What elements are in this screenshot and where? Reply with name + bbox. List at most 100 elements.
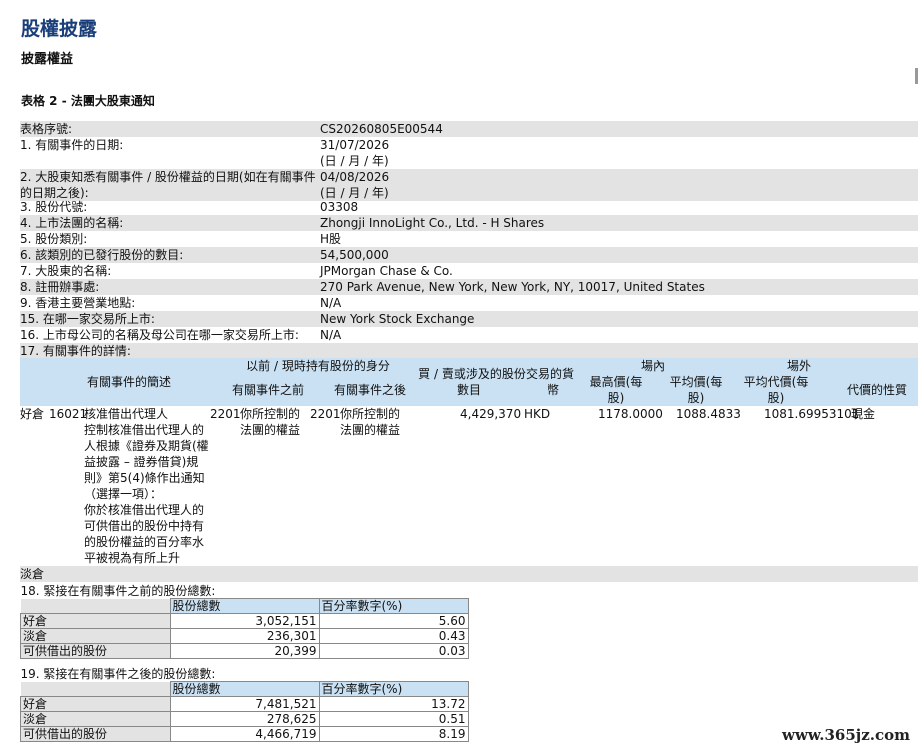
row-avg-price: 1088.4833 <box>676 407 741 421</box>
row-after-code: 2201 <box>310 407 341 421</box>
field-corp-name: 4. 上市法團的名稱: Zhongji InnoLight Co., Ltd. … <box>20 215 918 231</box>
row-currency: HKD <box>524 407 551 421</box>
field-label: 1. 有關事件的日期: <box>20 138 124 152</box>
header-before: 有關事件之前 <box>231 383 304 397</box>
field-value: 04/08/2026 <box>320 170 390 184</box>
header-shares: 買 / 賣或涉及的股份 <box>418 367 526 381</box>
watermark: www.365jz.com <box>782 726 910 744</box>
field-form-serial: 表格序號: CS20260805E00544 <box>20 121 918 137</box>
field-label: 3. 股份代號: <box>20 200 88 214</box>
table-row: 可供借出的股份 4,466,719 8.19 <box>20 726 469 742</box>
row-high-price: 1178.0000 <box>598 407 663 421</box>
field-stock-code: 3. 股份代號: 03308 <box>20 199 918 215</box>
page-title: 股權披露 <box>21 18 98 40</box>
field-value: 270 Park Avenue, New York, New York, NY,… <box>320 280 705 294</box>
header-off-avg: 平均代價(每 <box>743 375 809 389</box>
desc-line: 人根據《證券及期貨(權 <box>84 439 209 453</box>
row-pct: 0.43 <box>318 628 469 644</box>
field-value: New York Stock Exchange <box>320 312 475 326</box>
row-shares: 3,052,151 <box>169 613 320 629</box>
row-label: 好倉 <box>20 696 171 712</box>
page-subtitle: 披露權益 <box>21 52 74 67</box>
row-label: 可供借出的股份 <box>20 726 171 742</box>
field-registered-office: 8. 註冊辦事處: 270 Park Avenue, New York, New… <box>20 279 918 295</box>
field-label: 8. 註冊辦事處: <box>20 280 100 294</box>
field-label: 5. 股份類別: <box>20 232 88 246</box>
row-before-capacity: 你所控制的 <box>240 407 301 421</box>
row-description: 核准借出代理人 控制核准借出代理人的 人根據《證券及期貨(權 益披露 – 證券借… <box>84 406 214 566</box>
field-label: 9. 香港主要營業地點: <box>20 296 136 310</box>
header-currency-cont: 幣 <box>546 383 559 397</box>
field-event-date: 1. 有關事件的日期: 31/07/2026 (日 / 月 / 年) <box>20 137 918 169</box>
field-value: JPMorgan Chase & Co. <box>320 264 453 278</box>
desc-line: 控制核准借出代理人的 <box>84 423 205 437</box>
field-value: 54,500,000 <box>320 248 389 262</box>
header-code-desc: 有關事件的簡述 <box>86 375 171 389</box>
row-shares: 278,625 <box>169 711 320 727</box>
desc-line: （選擇一項）： <box>84 487 163 501</box>
field-event-details: 17. 有關事件的詳情: <box>20 343 918 359</box>
field-issued-shares: 6. 該類別的已發行股份的數目: 54,500,000 <box>20 247 918 263</box>
row-pct: 0.51 <box>318 711 469 727</box>
field-shareholder-name: 7. 大股東的名稱: JPMorgan Chase & Co. <box>20 263 918 279</box>
field-value: 31/07/2026 <box>320 138 390 152</box>
header-high-price: 最高價(每 <box>589 375 643 389</box>
row-shares: 4,429,370 <box>460 407 522 421</box>
header-on-exchange: 場內 <box>640 359 665 373</box>
row-before-code: 2201 <box>210 407 241 421</box>
field-label: 4. 上市法團的名稱: <box>20 216 124 230</box>
field-value-format: (日 / 月 / 年) <box>320 154 389 168</box>
row-after-capacity-cont: 法團的權益 <box>340 423 401 437</box>
field-share-class: 5. 股份類別: H股 <box>20 231 918 247</box>
row-off-avg-price: 1081.69953101 <box>764 407 860 421</box>
header-off-avg-cont: 股) <box>767 391 785 405</box>
field-value: H股 <box>320 232 342 246</box>
table-row: 淡倉 278,625 0.51 <box>20 711 469 727</box>
col-total-shares: 股份總數 <box>169 598 320 614</box>
desc-line: 可供借出的股份中持有 <box>84 519 205 533</box>
desc-line: 核准借出代理人 <box>84 407 169 421</box>
row-label: 淡倉 <box>20 711 171 727</box>
field-parent: 16. 上市母公司的名稱及母公司在哪一家交易所上市: N/A <box>20 327 918 343</box>
row-nature: 現金 <box>851 407 876 421</box>
desc-line: 的股份權益的百分率水 <box>84 535 205 549</box>
field-hk-place: 9. 香港主要營業地點: N/A <box>20 295 918 311</box>
desc-line: 你於核准借出代理人的 <box>84 503 205 517</box>
desc-line: 則》第5(4)條作出通知 <box>84 471 205 485</box>
field-value: CS20260805E00544 <box>320 122 443 136</box>
desc-line: 益披露 – 證券借貸)規 <box>84 455 199 469</box>
field-value: N/A <box>320 328 342 342</box>
section19-title: 19. 緊接在有關事件之後的股份總數: <box>20 667 216 681</box>
table-row: 好倉 3,052,151 5.60 <box>20 613 469 629</box>
row-label: 可供借出的股份 <box>20 643 171 659</box>
row-label: 好倉 <box>20 613 171 629</box>
header-off-exchange: 場外 <box>786 359 811 373</box>
after-totals-table: 19. 緊接在有關事件之後的股份總數: 股份總數 百分率數字(%) 好倉 7,4… <box>20 667 469 742</box>
row-pct: 8.19 <box>318 726 469 742</box>
field-label: 17. 有關事件的詳情: <box>20 344 131 358</box>
header-nature: 代價的性質 <box>846 383 907 397</box>
field-label: 15. 在哪一家交易所上市: <box>20 312 155 326</box>
blank-cell <box>20 681 170 697</box>
col-percentage: 百分率數字(%) <box>318 681 469 697</box>
row-shares: 20,399 <box>169 643 320 659</box>
field-label: 7. 大股東的名稱: <box>20 264 112 278</box>
field-exchange: 15. 在哪一家交易所上市: New York Stock Exchange <box>20 311 918 327</box>
header-currency: 交易的貨 <box>525 367 574 381</box>
header-avg-price-cont: 股) <box>687 391 705 405</box>
field-label: 表格序號: <box>20 122 73 136</box>
row-shares: 236,301 <box>169 628 320 644</box>
header-capacity: 以前 / 現時持有股份的身分 <box>246 359 390 373</box>
row-pct: 0.03 <box>318 643 469 659</box>
header-after: 有關事件之後 <box>333 383 406 397</box>
header-avg-price: 平均價(每 <box>669 375 723 389</box>
table-header: 有關事件的簡述 以前 / 現時持有股份的身分 有關事件之前 有關事件之後 買 /… <box>20 358 918 406</box>
row-shares: 4,466,719 <box>169 726 320 742</box>
col-total-shares: 股份總數 <box>169 681 320 697</box>
section18-title: 18. 緊接在有關事件之前的股份總數: <box>20 584 216 598</box>
before-totals-table: 18. 緊接在有關事件之前的股份總數: 股份總數 百分率數字(%) 好倉 3,0… <box>20 584 469 659</box>
table-row: 淡倉 236,301 0.43 <box>20 628 469 644</box>
header-shares-cont: 數目 <box>456 383 481 397</box>
field-value: 03308 <box>320 200 359 214</box>
row-pct: 5.60 <box>318 613 469 629</box>
